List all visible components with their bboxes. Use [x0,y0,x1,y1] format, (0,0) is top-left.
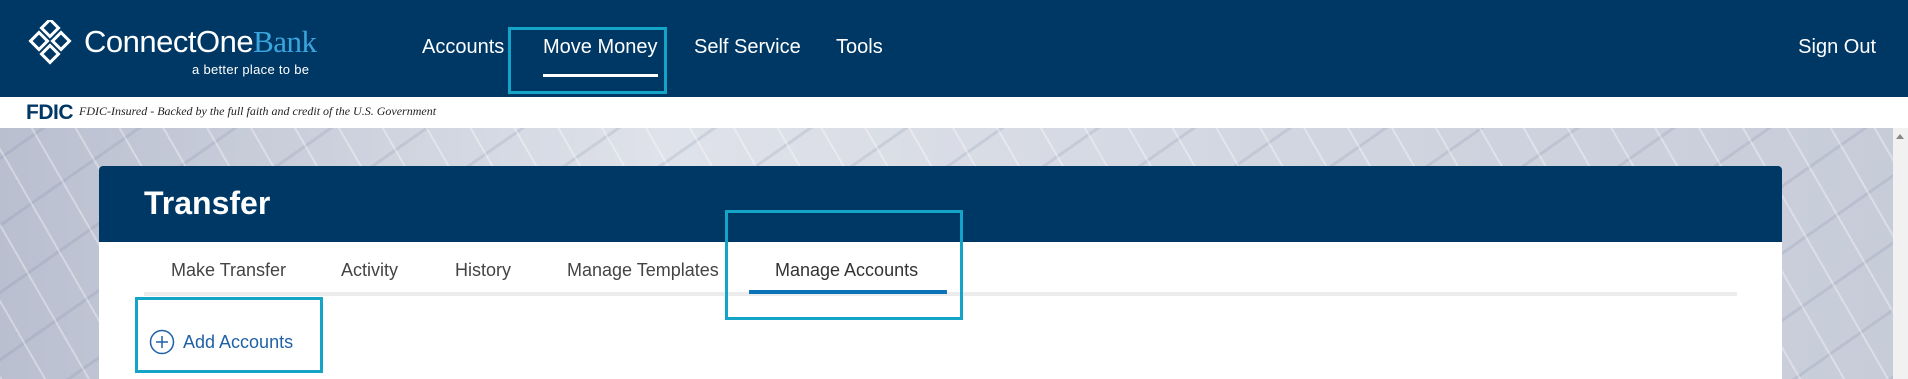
brand-name: ConnectOneBank [84,24,317,59]
tab-activity[interactable]: Activity [341,260,398,281]
connectone-logo[interactable]: ConnectOneBank a better place to be [28,18,328,80]
vertical-scrollbar[interactable] [1893,128,1908,379]
fdic-notice-bar: FDIC FDIC-Insured - Backed by the full f… [0,97,1908,128]
brand-tagline: a better place to be [192,62,310,77]
highlight-manage-accounts [725,210,963,320]
tab-history[interactable]: History [455,260,511,281]
highlight-move-money [508,27,667,94]
scroll-up-arrow-icon[interactable] [1896,134,1904,139]
tab-make-transfer[interactable]: Make Transfer [171,260,286,281]
nav-accounts[interactable]: Accounts [422,36,504,59]
highlight-add-accounts [135,297,323,373]
fdic-logo: FDIC [26,101,74,124]
sign-out-link[interactable]: Sign Out [1798,36,1876,59]
tab-manage-templates[interactable]: Manage Templates [567,260,719,281]
nav-self-service[interactable]: Self Service [694,36,801,59]
nav-tools[interactable]: Tools [836,36,883,59]
fdic-notice-text: FDIC-Insured - Backed by the full faith … [79,104,437,118]
top-nav-bar: ConnectOneBank a better place to be Acco… [0,0,1908,97]
page-title: Transfer [144,185,271,221]
connectone-logo-icon [28,20,72,65]
